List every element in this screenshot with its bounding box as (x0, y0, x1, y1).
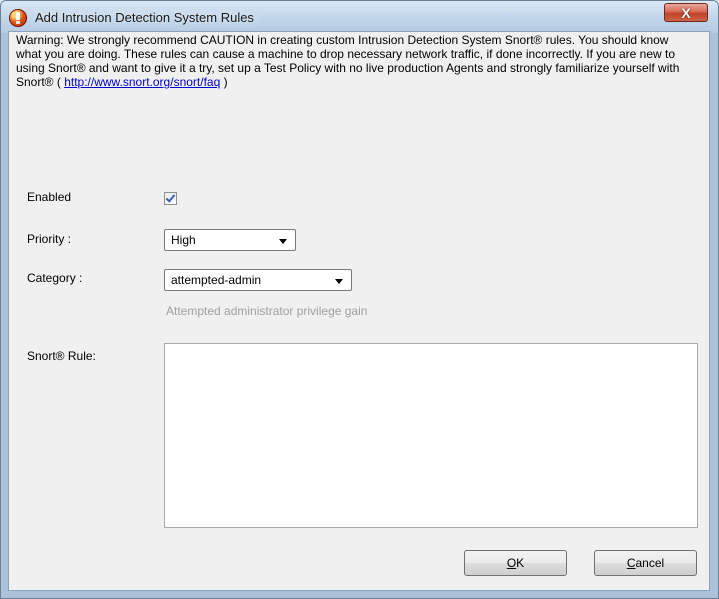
window-title: Add Intrusion Detection System Rules (35, 10, 254, 25)
ok-mnemonic: O (506, 556, 517, 570)
chevron-down-icon (335, 279, 343, 284)
enabled-label: Enabled (27, 190, 72, 204)
warning-text: Warning: We strongly recommend CAUTION i… (16, 33, 696, 89)
priority-select[interactable]: High (164, 229, 296, 251)
ok-button[interactable]: OK (464, 550, 567, 576)
snort-faq-link[interactable]: http://www.snort.org/snort/faq (64, 75, 220, 89)
cancel-mnemonic: C (626, 556, 636, 570)
chevron-down-icon (279, 239, 287, 244)
category-description: Attempted administrator privilege gain (166, 304, 368, 318)
warning-suffix: ) (220, 75, 228, 89)
priority-value: High (171, 233, 196, 247)
close-icon: X (681, 4, 691, 21)
snort-rule-input[interactable] (164, 343, 698, 528)
category-value: attempted-admin (171, 273, 262, 287)
snort-rule-label: Snort® Rule: (27, 349, 96, 363)
priority-label: Priority : (27, 232, 72, 246)
alert-icon (9, 9, 27, 27)
ok-label: K (516, 556, 525, 570)
category-select[interactable]: attempted-admin (164, 269, 352, 291)
title-bar[interactable]: Add Intrusion Detection System Rules X (1, 1, 718, 33)
cancel-button[interactable]: Cancel (594, 550, 697, 576)
category-label: Category : (27, 271, 83, 285)
enabled-checkbox[interactable] (164, 192, 177, 205)
cancel-label: ancel (635, 556, 665, 570)
close-button[interactable]: X (664, 3, 708, 22)
